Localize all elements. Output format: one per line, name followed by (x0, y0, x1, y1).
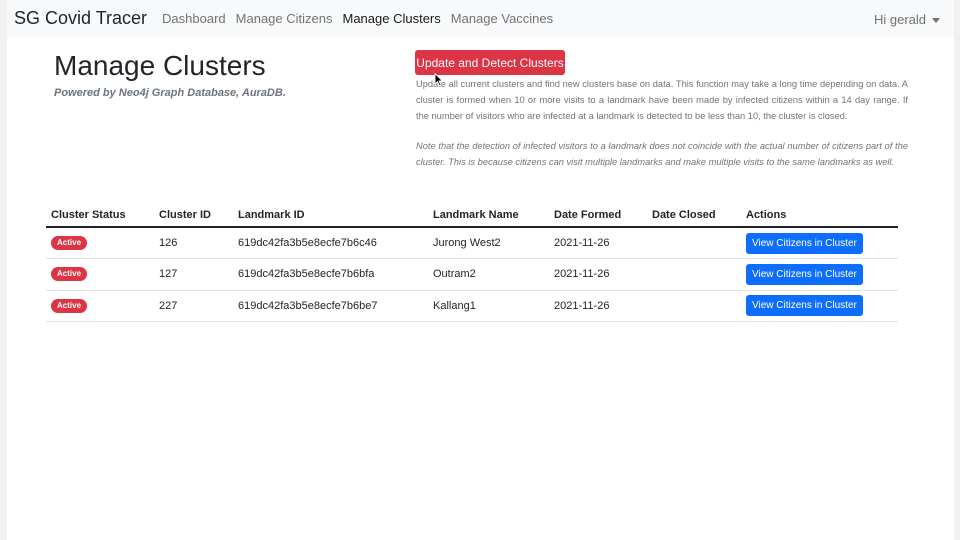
cell-cluster-id: 127 (154, 258, 233, 291)
status-badge: Active (51, 267, 88, 282)
cell-landmark-id: 619dc42fa3b5e8ecfe7b6bfa (233, 258, 428, 291)
nav-link-manage-clusters[interactable]: Manage Clusters (342, 11, 440, 26)
status-badge: Active (51, 236, 88, 250)
cell-status: Active (46, 258, 154, 291)
cell-date-closed (647, 258, 741, 291)
caret-down-icon (932, 17, 940, 23)
cell-landmark-name: Jurong West2 (428, 227, 549, 259)
clusters-table: Cluster Status Cluster ID Landmark ID La… (46, 204, 898, 322)
nav-link-dashboard[interactable]: Dashboard (162, 11, 226, 26)
top-navbar: SG Covid Tracer Dashboard Manage Citizen… (7, 0, 954, 37)
cell-date-formed: 2021-11-26 (549, 258, 647, 291)
header-date-closed: Date Closed (647, 204, 741, 228)
view-citizens-button[interactable]: View Citizens in Cluster (746, 232, 863, 254)
header-cluster-status: Cluster Status (46, 204, 154, 228)
header-landmark-id: Landmark ID (233, 204, 428, 228)
nav-link-manage-citizens[interactable]: Manage Citizens (236, 11, 333, 26)
cell-actions: View Citizens in Cluster (741, 290, 898, 322)
header-date-formed: Date Formed (549, 204, 647, 228)
cell-landmark-name: Kallang1 (428, 290, 549, 322)
cell-cluster-id: 126 (154, 227, 233, 259)
cell-date-formed: 2021-11-26 (549, 227, 647, 259)
table-header-row: Cluster Status Cluster ID Landmark ID La… (46, 204, 898, 228)
view-citizens-button[interactable]: View Citizens in Cluster (746, 263, 863, 285)
cell-actions: View Citizens in Cluster (741, 258, 898, 291)
cell-date-formed: 2021-11-26 (549, 290, 647, 322)
cell-landmark-id: 619dc42fa3b5e8ecfe7b6be7 (233, 290, 428, 322)
header-cluster-id: Cluster ID (154, 204, 233, 228)
view-citizens-button[interactable]: View Citizens in Cluster (746, 295, 863, 317)
table-row: Active 227 619dc42fa3b5e8ecfe7b6be7 Kall… (46, 290, 898, 322)
cell-landmark-id: 619dc42fa3b5e8ecfe7b6c46 (233, 227, 428, 259)
detect-note: Note that the detection of infected visi… (416, 141, 908, 167)
cell-actions: View Citizens in Cluster (741, 227, 898, 259)
user-menu-dropdown[interactable]: Hi gerald (874, 12, 940, 27)
cell-status: Active (46, 227, 154, 259)
cell-landmark-name: Outram2 (428, 258, 549, 291)
header-actions: Actions (741, 204, 898, 228)
page-subtitle: Powered by Neo4j Graph Database, AuraDB. (54, 87, 286, 99)
nav-link-manage-vaccines[interactable]: Manage Vaccines (451, 11, 553, 26)
user-greeting: Hi gerald (873, 12, 926, 27)
window-edge-left (0, 0, 7, 540)
cell-date-closed (647, 227, 741, 259)
header-landmark-name: Landmark Name (428, 204, 549, 228)
window-edge-right (954, 0, 960, 540)
table-row: Active 126 619dc42fa3b5e8ecfe7b6c46 Juro… (46, 227, 898, 259)
detect-description: Update all current clusters and find new… (416, 79, 908, 121)
update-detect-clusters-button[interactable]: Update and Detect Clusters (415, 50, 565, 75)
cell-status: Active (46, 290, 154, 322)
page-title: Manage Clusters (54, 50, 266, 81)
mouse-cursor-icon (434, 73, 444, 87)
cell-date-closed (647, 290, 741, 322)
brand-logo-text[interactable]: SG Covid Tracer (14, 8, 147, 29)
table-row: Active 127 619dc42fa3b5e8ecfe7b6bfa Outr… (46, 258, 898, 291)
cell-cluster-id: 227 (154, 290, 233, 322)
status-badge: Active (51, 298, 88, 313)
